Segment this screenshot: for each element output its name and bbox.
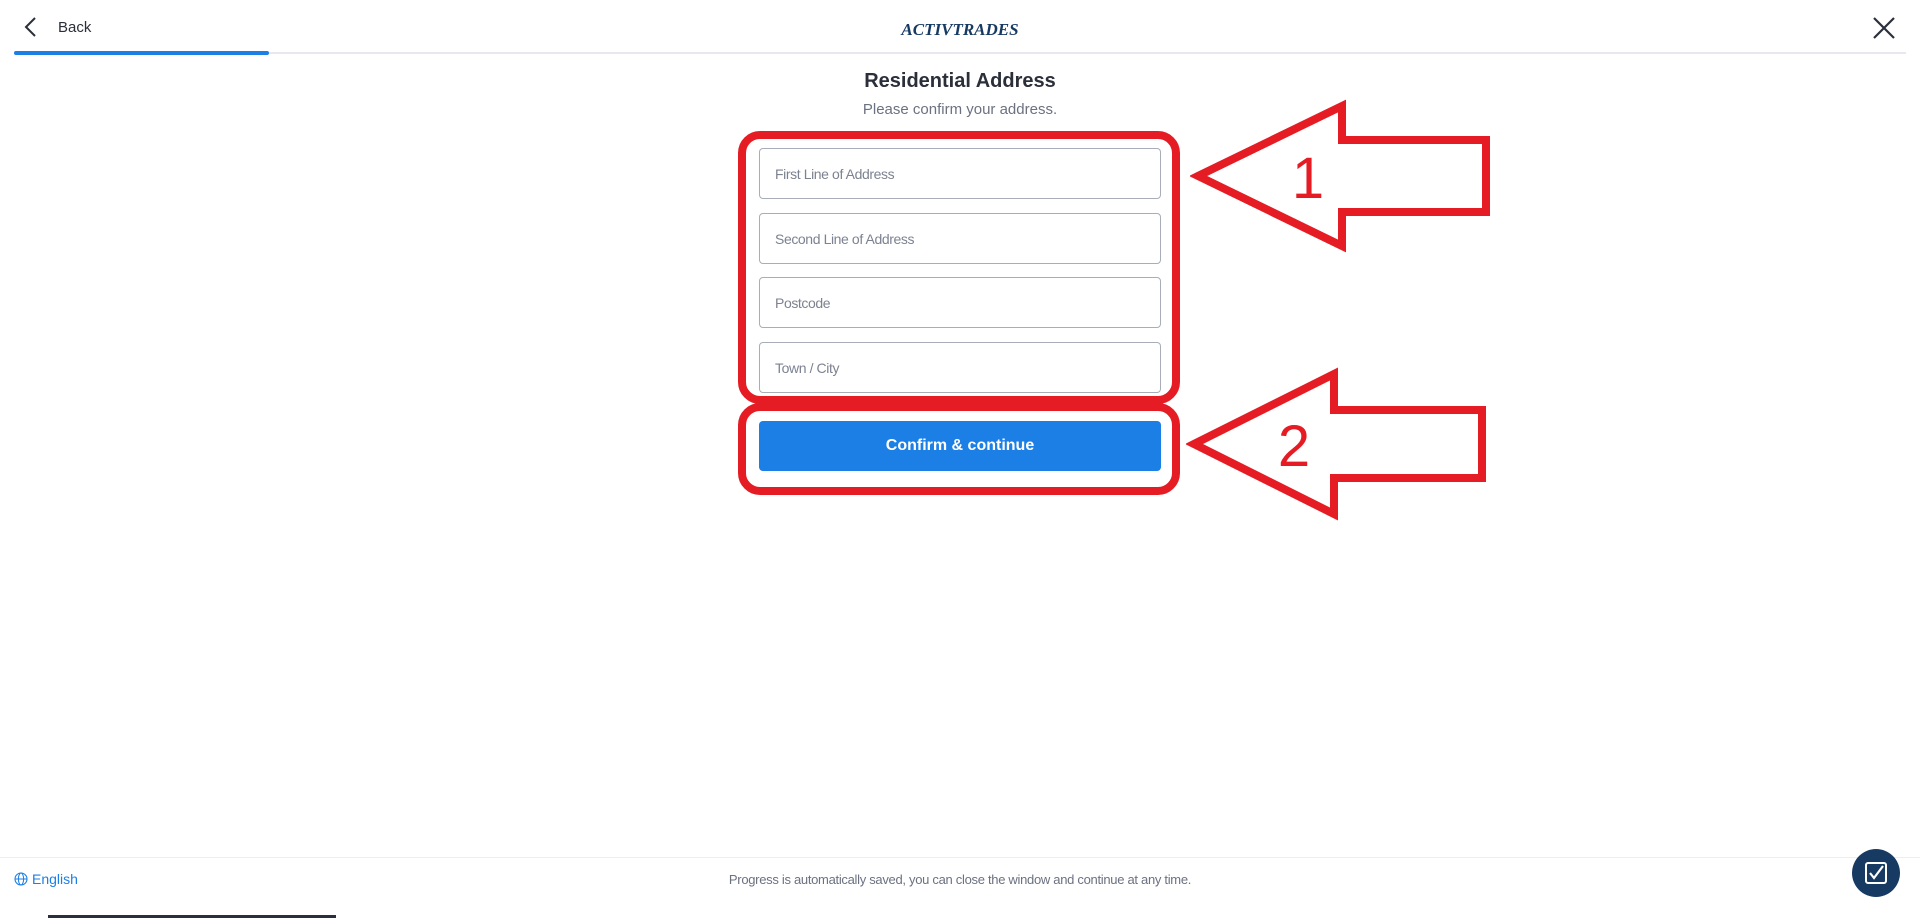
autosave-note: Progress is automatically saved, you can… [728, 872, 1192, 887]
top-header: Back ACTIVTRADES [0, 0, 1920, 56]
chat-widget-button[interactable] [1852, 849, 1900, 897]
progress-fill [14, 51, 270, 55]
annotation-box-1 [738, 131, 1180, 404]
annotation-box-2 [738, 403, 1180, 495]
annotation-label-1: 1 [1292, 146, 1324, 211]
activtrades-logo: ACTIVTRADES [900, 20, 1018, 39]
language-selector[interactable]: English [14, 871, 78, 887]
progress-bar [14, 51, 1906, 55]
globe-icon [14, 872, 28, 886]
footer-divider [0, 857, 1920, 858]
back-button[interactable]: Back [20, 12, 91, 42]
checkbox-icon [1865, 862, 1887, 884]
annotation-arrow-2: 2 [1186, 367, 1486, 521]
back-label: Back [58, 18, 92, 36]
annotation-label-2: 2 [1278, 414, 1310, 479]
close-icon[interactable] [1870, 14, 1898, 42]
svg-text:ACTIVTRADES: ACTIVTRADES [900, 20, 1018, 39]
language-label: English [32, 871, 78, 887]
annotation-arrow-1: 1 [1190, 99, 1490, 253]
page-title: Residential Address [864, 70, 1056, 92]
chevron-left-icon [24, 17, 36, 37]
page-subtitle: Please confirm your address. [862, 101, 1058, 118]
